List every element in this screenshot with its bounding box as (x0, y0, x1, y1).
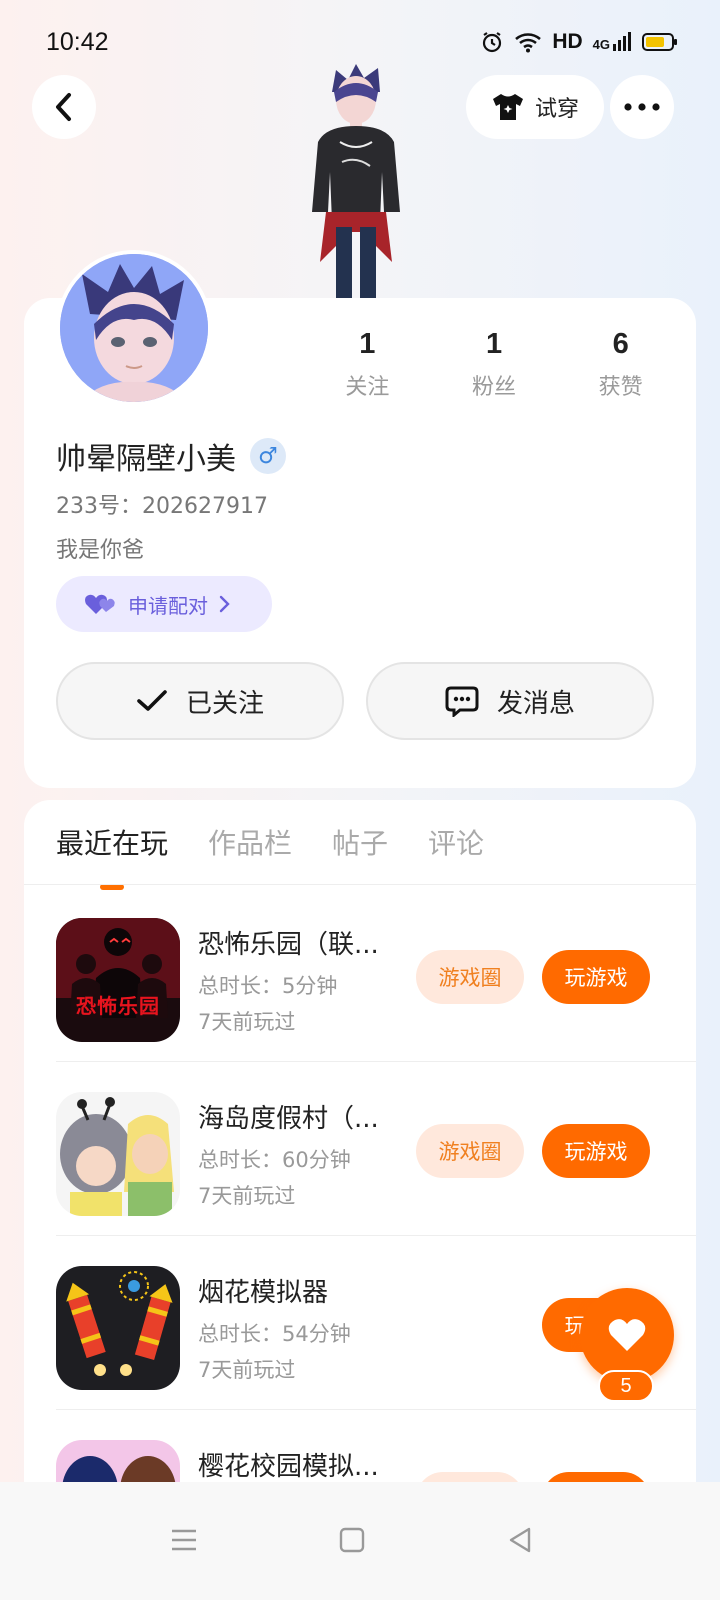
alarm-icon (483, 32, 502, 53)
game-name: 海岛度假村（... (198, 1104, 379, 1134)
game-icon-fireworks[interactable] (56, 1266, 180, 1390)
send-message-button[interactable]: 发消息 (366, 662, 654, 740)
tabs-divider (24, 884, 696, 885)
horror-park-logo-text: 恐怖乐园 (76, 994, 160, 1018)
user-avatar[interactable] (56, 250, 212, 406)
nav-back-button[interactable] (490, 1510, 550, 1570)
game-duration: 总时长：60分钟 (198, 1148, 351, 1172)
game-circle-button[interactable]: 游戏圈 (416, 950, 524, 1004)
chevron-left-icon (56, 93, 71, 121)
play-game-button[interactable]: 玩游戏 (542, 1124, 650, 1178)
avatar-3d-character (312, 64, 400, 302)
profile-stats: 1 关注 1 粉丝 6 获赞 (304, 328, 684, 401)
game-list-item[interactable]: 海岛度假村（... 总时长：60分钟 7天前玩过 游戏圈 玩游戏 (24, 1062, 696, 1236)
tab-recently-played[interactable]: 最近在玩 (56, 822, 168, 890)
more-dots-icon (624, 103, 660, 111)
status-time: 10:42 (46, 28, 109, 56)
chevron-right-icon (219, 595, 230, 613)
stat-number: 6 (612, 328, 629, 360)
game-list-item[interactable]: 恐怖乐园 恐怖乐园（联... 总时长：5分钟 7天前玩过 游戏圈 玩游戏 (24, 888, 696, 1062)
male-gender-icon: ♂ (250, 438, 286, 474)
like-count-badge: 5 (598, 1370, 654, 1402)
tshirt-icon (492, 94, 523, 120)
double-heart-icon (85, 594, 115, 614)
avatar-illustration (60, 254, 208, 402)
nav-home-button[interactable] (322, 1510, 382, 1570)
battery-icon (642, 33, 677, 51)
username-row: 帅晕隔壁小美 ♂ (56, 434, 286, 478)
game-icon-horror-park[interactable]: 恐怖乐园 (56, 918, 180, 1042)
status-icons: HD 4G (480, 30, 678, 54)
pair-request-button[interactable]: 申请配对 (56, 576, 272, 632)
tab-posts[interactable]: 帖子 (332, 822, 388, 890)
followed-label: 已关注 (185, 688, 264, 719)
game-name: 恐怖乐园（联... (198, 930, 379, 960)
username: 帅晕隔壁小美 (56, 442, 236, 477)
game-last-played: 7天前玩过 (198, 1184, 296, 1208)
game-duration: 总时长：54分钟 (198, 1322, 351, 1346)
chat-bubble-icon (445, 686, 479, 717)
triangle-back-icon (509, 1527, 531, 1553)
play-game-button[interactable]: 玩游戏 (542, 950, 650, 1004)
game-circle-button[interactable]: 游戏圈 (416, 1124, 524, 1178)
floating-like-button[interactable] (580, 1288, 674, 1382)
stat-number: 1 (359, 328, 376, 360)
stat-fans[interactable]: 1 粉丝 (431, 328, 558, 401)
tab-comments[interactable]: 评论 (428, 822, 484, 890)
user-bio: 我是你爸 (56, 538, 145, 563)
heart-icon (608, 1319, 646, 1351)
stat-likes[interactable]: 6 获赞 (557, 328, 684, 401)
game-duration: 总时长：5分钟 (198, 974, 338, 998)
send-message-label: 发消息 (496, 688, 575, 719)
recent-games-card: 最近在玩 作品栏 帖子 评论 恐怖乐园 恐怖乐园（联... 总时长：5分钟 7天… (24, 800, 696, 1520)
nav-menu-button[interactable] (154, 1510, 214, 1570)
stat-label: 关注 (345, 375, 390, 400)
tab-works[interactable]: 作品栏 (208, 822, 292, 890)
menu-lines-icon (172, 1529, 196, 1551)
hd-indicator: HD (552, 30, 583, 53)
network-type: 4G (592, 37, 610, 52)
profile-tabs: 最近在玩 作品栏 帖子 评论 (56, 822, 484, 890)
back-button[interactable] (32, 75, 96, 139)
stat-label: 粉丝 (472, 375, 517, 400)
game-last-played: 7天前玩过 (198, 1358, 296, 1382)
stat-label: 获赞 (598, 375, 643, 400)
stat-following[interactable]: 1 关注 (304, 328, 431, 401)
game-name: 烟花模拟器 (198, 1278, 329, 1308)
followed-button[interactable]: 已关注 (56, 662, 344, 740)
pair-request-label: 申请配对 (128, 593, 208, 618)
checkmark-icon (137, 690, 167, 711)
try-on-label: 试穿 (534, 97, 579, 122)
try-on-button[interactable]: 试穿 (466, 75, 604, 139)
signal-icon: 4G (593, 32, 632, 52)
square-home-icon (339, 1527, 365, 1553)
game-name: 樱花校园模拟... (198, 1452, 379, 1482)
stat-number: 1 (485, 328, 503, 360)
user-id: 233号：202627917 (56, 494, 268, 519)
game-last-played: 7天前玩过 (198, 1010, 296, 1034)
more-button[interactable] (610, 75, 674, 139)
game-icon-island-resort[interactable] (56, 1092, 180, 1216)
system-nav-bar (0, 1482, 720, 1600)
wifi-icon (515, 33, 542, 53)
